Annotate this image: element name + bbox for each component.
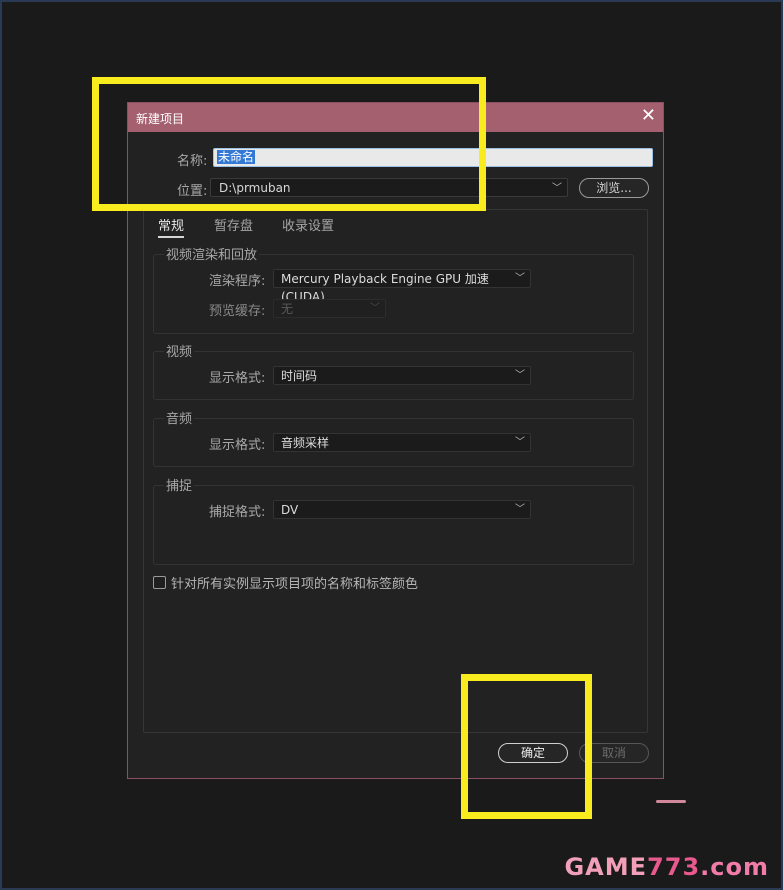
audio-group: 音频 显示格式: 音频采样 ﹀	[153, 408, 634, 467]
audio-group-title: 音频	[164, 408, 195, 427]
video-group: 视频 显示格式: 时间码 ﹀	[153, 341, 634, 400]
ok-button[interactable]: 确定	[498, 743, 568, 763]
chevron-down-icon: ﹀	[515, 437, 525, 448]
close-icon[interactable]: ✕	[641, 106, 656, 126]
watermark-number: 773	[647, 853, 701, 881]
chevron-down-icon: ﹀	[515, 504, 525, 515]
video-render-group-title: 视频渲染和回放	[164, 244, 260, 263]
capture-format-value: DV	[281, 503, 299, 517]
renderer-select[interactable]: Mercury Playback Engine GPU 加速 (CUDA) ﹀	[273, 269, 531, 304]
video-format-select[interactable]: 时间码 ﹀	[273, 366, 531, 385]
dialog-title: 新建项目	[136, 112, 185, 126]
video-format-value: 时间码	[281, 369, 318, 383]
capture-group: 捕捉 捕捉格式: DV ﹀	[153, 475, 634, 565]
tab-ingest-settings[interactable]: 收录设置	[282, 215, 334, 234]
video-format-label: 显示格式:	[209, 371, 266, 386]
preview-cache-value: 无	[281, 302, 294, 316]
audio-format-value: 音频采样	[281, 436, 330, 450]
cancel-button[interactable]: 取消	[579, 743, 649, 763]
video-group-title: 视频	[164, 341, 195, 360]
tab-scratch-disks[interactable]: 暂存盘	[214, 215, 253, 234]
dialog-title-bar[interactable]: 新建项目 ✕	[128, 103, 663, 132]
renderer-label: 渲染程序:	[209, 274, 266, 289]
audio-format-select[interactable]: 音频采样 ﹀	[273, 433, 531, 452]
location-value: D:\prmuban	[219, 181, 291, 195]
location-select[interactable]: D:\prmuban ﹀	[210, 178, 568, 197]
capture-format-label: 捕捉格式:	[209, 505, 266, 520]
watermark-prefix: GAME	[564, 853, 648, 881]
tab-general[interactable]: 常规	[158, 215, 185, 238]
project-name-input[interactable]: 未命名	[213, 148, 653, 167]
watermark-suffix: .com	[700, 853, 769, 881]
chevron-down-icon: ﹀	[370, 303, 380, 314]
show-label-colors-label[interactable]: 针对所有实例显示项目项的名称和标签颜色	[171, 573, 418, 592]
location-label: 位置:	[177, 184, 208, 199]
name-selected-text: 未命名	[217, 150, 256, 164]
settings-tab-panel: 常规 暂存盘 收录设置 视频渲染和回放 渲染程序: Mercury Playba…	[143, 209, 648, 733]
show-label-colors-checkbox[interactable]	[153, 576, 166, 589]
capture-group-title: 捕捉	[164, 475, 195, 494]
new-project-dialog: 新建项目 ✕ 名称: 未命名 位置: D:\prmuban ﹀ 浏览... 常规…	[127, 102, 664, 779]
chevron-down-icon: ﹀	[515, 273, 525, 284]
browse-button[interactable]: 浏览...	[579, 178, 649, 198]
preview-cache-select: 无 ﹀	[273, 299, 386, 318]
chevron-down-icon: ﹀	[552, 183, 562, 194]
video-render-group: 视频渲染和回放 渲染程序: Mercury Playback Engine GP…	[153, 244, 634, 334]
preview-cache-label: 预览缓存:	[209, 304, 266, 319]
watermark-logo: GAME773.com	[564, 853, 769, 881]
name-label: 名称:	[177, 154, 208, 169]
audio-format-label: 显示格式:	[209, 438, 266, 453]
chevron-down-icon: ﹀	[515, 370, 525, 381]
decorative-mark	[656, 800, 686, 803]
capture-format-select[interactable]: DV ﹀	[273, 500, 531, 519]
